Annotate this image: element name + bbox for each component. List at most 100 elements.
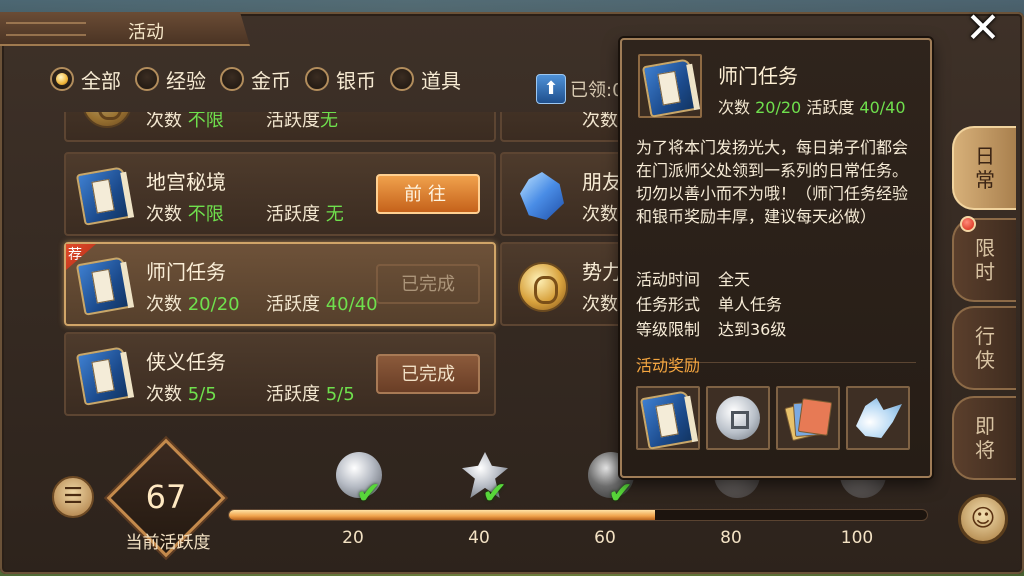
reward-slot[interactable] bbox=[636, 386, 700, 450]
level-up-arrow-icon: ⬆ bbox=[536, 74, 566, 104]
activity-points-text: 活跃度 5/5 bbox=[266, 384, 355, 405]
activity-points-text: 活跃度 无 bbox=[266, 204, 344, 225]
tab-xingxia[interactable]: 行侠 bbox=[952, 306, 1016, 390]
filter-silver[interactable]: 银币 bbox=[305, 65, 376, 94]
times-text: 次数 不限 bbox=[146, 112, 224, 131]
popup-description: 为了将本门发扬光大，每日弟子们都会在门派师父处领到一系列的日常任务。切勿以善小而… bbox=[636, 138, 909, 226]
book-icon bbox=[75, 166, 133, 226]
milestone-label: 40 bbox=[468, 528, 490, 548]
activity-detail-popup: 师门任务 次数 20/20 活跃度 40/40 为了将本门发扬光大，每日弟子们都… bbox=[620, 38, 932, 478]
milestone-label: 100 bbox=[840, 528, 874, 548]
filter-gold[interactable]: 金币 bbox=[220, 65, 291, 94]
filter-label: 金币 bbox=[251, 68, 291, 93]
completed-button[interactable]: 已完成 bbox=[376, 354, 480, 394]
activity-points-text: 活跃度 40/40 bbox=[266, 294, 378, 315]
tab-label: 限时 bbox=[975, 236, 995, 284]
list-item-selected[interactable]: 荐 师门任务 次数 20/20 活跃度 40/40 已完成 bbox=[64, 242, 496, 326]
activity-icon bbox=[74, 112, 138, 134]
popup-info-row: 任务形式 单人任务 bbox=[636, 295, 783, 314]
tab-label: 即将 bbox=[975, 414, 995, 462]
window-title: 活动 bbox=[128, 22, 164, 43]
activity-progress-bar bbox=[228, 509, 928, 521]
activity-name: 地宫秘境 bbox=[146, 170, 226, 194]
popup-info-row: 等级限制 达到36级 bbox=[636, 320, 787, 339]
book-icon bbox=[75, 256, 133, 316]
list-item[interactable]: 侠义任务 次数 5/5 活跃度 5/5 已完成 bbox=[64, 332, 496, 416]
reward-slot[interactable] bbox=[846, 386, 910, 450]
activity-icon bbox=[74, 164, 138, 228]
radio-icon[interactable] bbox=[305, 67, 329, 91]
activity-icon bbox=[510, 254, 574, 318]
completed-button[interactable]: 已完成 bbox=[376, 264, 480, 304]
activity-name: 师门任务 bbox=[146, 260, 226, 284]
times-text: 次数 bbox=[582, 112, 618, 131]
list-item[interactable]: 势力 次数 bbox=[500, 242, 618, 326]
notification-dot bbox=[960, 216, 976, 232]
reward-slot[interactable] bbox=[776, 386, 840, 450]
popup-title: 师门任务 bbox=[718, 64, 798, 88]
cards-icon bbox=[784, 398, 833, 442]
list-item[interactable]: 地宫秘境 次数 不限 活跃度 无 前往 bbox=[64, 152, 496, 236]
silver-coin-icon bbox=[716, 396, 760, 440]
filter-label: 道具 bbox=[421, 68, 461, 93]
milestone-reward-20[interactable]: ✔ bbox=[330, 448, 390, 511]
times-text: 次数 bbox=[582, 204, 618, 225]
milestone-label: 80 bbox=[720, 528, 742, 548]
title-bar bbox=[0, 12, 250, 46]
close-icon[interactable]: ✕ bbox=[960, 6, 1006, 52]
book-icon bbox=[75, 346, 133, 406]
activity-name: 侠义任务 bbox=[146, 350, 226, 374]
activity-points-text: 活跃度无 bbox=[266, 112, 338, 131]
go-button[interactable]: 前往 bbox=[376, 174, 480, 214]
popup-info-row: 活动时间 全天 bbox=[636, 270, 751, 289]
times-text: 次数 不限 bbox=[146, 204, 224, 225]
check-icon: ✔ bbox=[482, 476, 508, 511]
times-text: 次数 5/5 bbox=[146, 384, 217, 405]
tab-limited[interactable]: 限时 bbox=[952, 216, 1016, 302]
popup-activity-icon bbox=[638, 54, 702, 118]
milestone-label: 60 bbox=[594, 528, 616, 548]
reward-slot[interactable] bbox=[706, 386, 770, 450]
milestone-label: 20 bbox=[342, 528, 364, 548]
filter-row: 全部 经验 金币 银币 道具 bbox=[50, 64, 461, 94]
activity-icon bbox=[74, 344, 138, 408]
list-item[interactable]: 次数 不限 活跃度无 bbox=[64, 112, 496, 142]
radio-icon[interactable] bbox=[135, 67, 159, 91]
activity-icon bbox=[74, 254, 138, 318]
filter-label: 全部 bbox=[81, 68, 121, 93]
activity-name: 朋友 bbox=[582, 170, 618, 194]
rewards-heading: 活动奖励 bbox=[636, 356, 701, 375]
tab-upcoming[interactable]: 即将 bbox=[952, 396, 1016, 480]
filter-label: 经验 bbox=[166, 68, 206, 93]
popup-stats: 次数 20/20 活跃度 40/40 bbox=[718, 98, 906, 117]
character-icon: ☺ bbox=[970, 504, 996, 532]
current-activity-score: 67 bbox=[145, 478, 187, 516]
filter-all[interactable]: 全部 bbox=[50, 65, 121, 94]
filter-label: 银币 bbox=[336, 68, 376, 93]
tab-label: 日常 bbox=[975, 144, 995, 192]
title-ornament bbox=[6, 22, 86, 36]
activity-list[interactable]: 次数 不限 活跃度无 次数 地宫秘境 次数 不限 活跃度 无 前往 朋友 次数 … bbox=[48, 112, 618, 426]
check-icon: ✔ bbox=[356, 476, 382, 511]
claimed-counter[interactable]: ⬆ 已领:0 bbox=[536, 74, 624, 104]
progress-fill bbox=[229, 510, 655, 520]
calendar-icon: ☰ bbox=[63, 484, 83, 509]
character-avatar-button[interactable]: ☺ bbox=[958, 494, 1008, 544]
activity-name: 势力 bbox=[582, 260, 618, 284]
radio-selected-icon[interactable] bbox=[50, 67, 74, 91]
book-icon bbox=[641, 58, 699, 118]
filter-exp[interactable]: 经验 bbox=[135, 65, 206, 94]
tab-daily[interactable]: 日常 bbox=[952, 126, 1016, 210]
list-item[interactable]: 朋友 次数 bbox=[500, 152, 618, 236]
times-text: 次数 bbox=[582, 294, 618, 315]
check-icon: ✔ bbox=[608, 476, 634, 511]
list-item[interactable]: 次数 bbox=[500, 112, 618, 142]
milestone-reward-40[interactable]: ✔ bbox=[456, 448, 516, 511]
times-text: 次数 20/20 bbox=[146, 294, 240, 315]
radio-icon[interactable] bbox=[220, 67, 244, 91]
calendar-button[interactable]: ☰ bbox=[52, 476, 94, 518]
activity-icon bbox=[510, 164, 574, 228]
filter-item[interactable]: 道具 bbox=[390, 65, 461, 94]
gold-coin-icon bbox=[518, 262, 568, 312]
radio-icon[interactable] bbox=[390, 67, 414, 91]
